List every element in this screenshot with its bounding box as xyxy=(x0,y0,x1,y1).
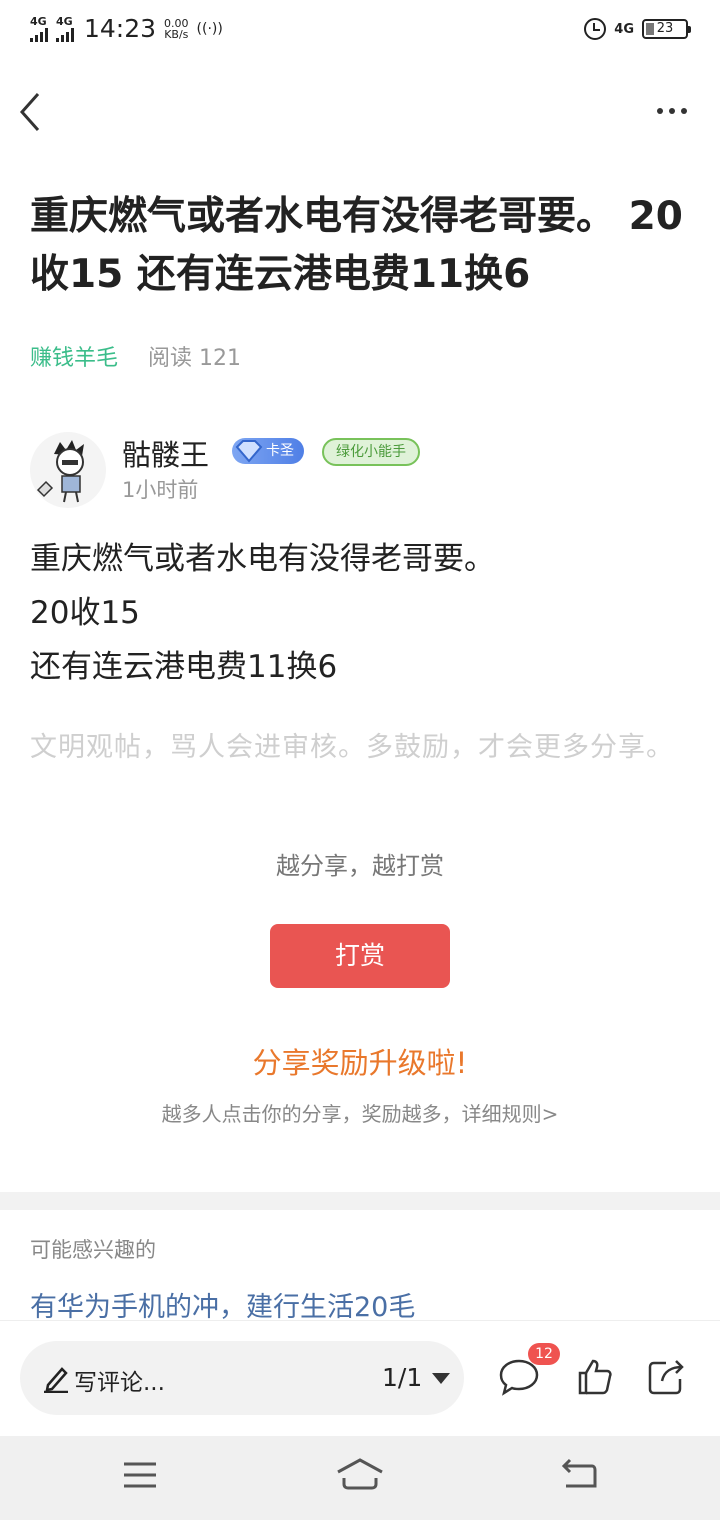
like-button[interactable] xyxy=(576,1357,614,1401)
section-divider xyxy=(0,1192,720,1210)
home-icon xyxy=(337,1458,383,1490)
tip-button[interactable]: 打赏 xyxy=(270,924,450,988)
status-bar: 4G 4G 14:23 0.00 KB/s ((·)) 4G 23 xyxy=(0,0,720,66)
system-navigation-bar xyxy=(0,1436,720,1520)
avatar[interactable] xyxy=(30,432,106,508)
more-icon xyxy=(657,108,663,114)
comment-count-badge: 12 xyxy=(528,1343,560,1365)
content-line: 重庆燃气或者水电有没得老哥要。 xyxy=(30,541,495,577)
comment-placeholder: 写评论... xyxy=(74,1370,165,1396)
chevron-down-icon[interactable] xyxy=(432,1373,450,1384)
share-reward-rules-link[interactable]: 越多人点击你的分享，奖励越多，详细规则> xyxy=(0,1098,720,1127)
tip-label: 越分享，越打赏 xyxy=(276,852,444,880)
bottom-action-bar: 写评论... 1/1 12 xyxy=(0,1320,720,1436)
share-icon xyxy=(648,1360,684,1395)
signal-icon: 4G xyxy=(56,14,74,42)
home-button[interactable] xyxy=(336,1454,384,1498)
speed-value: 0.00 xyxy=(164,16,189,30)
diamond-icon xyxy=(235,440,263,463)
signal-label-1: 4G xyxy=(30,14,47,28)
signal-label-2: 4G xyxy=(56,14,73,28)
category-link[interactable]: 赚钱羊毛 xyxy=(30,340,118,372)
page-title: 重庆燃气或者水电有没得老哥要。 20收15 还有连云港电费11换6 xyxy=(30,194,683,297)
clock: 14:23 xyxy=(84,14,157,43)
alarm-icon xyxy=(584,18,607,40)
page-indicator[interactable]: 1/1 xyxy=(382,1363,422,1392)
achievement-badge: 绿化小能手 xyxy=(322,438,420,466)
recommend-header: 可能感兴趣的 xyxy=(30,1238,156,1262)
back-icon xyxy=(561,1458,597,1488)
avatar-image xyxy=(30,432,106,508)
author-row: 骷髅王 卡圣 绿化小能手 1小时前 xyxy=(30,428,690,512)
battery-icon: 23 xyxy=(642,19,691,39)
post-time: 1小时前 xyxy=(122,478,199,502)
menu-icon xyxy=(124,1462,156,1488)
share-reward-title[interactable]: 分享奖励升级啦! xyxy=(0,1040,720,1082)
back-button[interactable] xyxy=(14,88,54,136)
signal-icon: 4G xyxy=(30,14,48,42)
system-back-button[interactable] xyxy=(560,1454,598,1498)
content-line: 20收15 xyxy=(30,595,140,631)
battery-level: 23 xyxy=(656,21,674,36)
post-content: 重庆燃气或者水电有没得老哥要。 20收15 还有连云港电费11换6 xyxy=(30,532,690,694)
vip-badge-label: 卡圣 xyxy=(266,443,294,459)
network-type: 4G xyxy=(614,21,634,37)
comment-input[interactable]: 写评论... 1/1 xyxy=(20,1341,464,1415)
article-meta: 赚钱羊毛 阅读 121 xyxy=(30,340,241,372)
pencil-icon xyxy=(44,1367,68,1393)
thumbs-up-icon xyxy=(578,1359,612,1395)
menu-button[interactable] xyxy=(122,1454,158,1498)
read-count: 阅读 121 xyxy=(148,346,242,371)
content-line: 还有连云港电费11换6 xyxy=(30,649,338,685)
chevron-left-icon xyxy=(19,93,40,131)
share-button[interactable] xyxy=(646,1357,686,1401)
vip-badge: 卡圣 xyxy=(232,438,304,464)
speed-unit: KB/s xyxy=(164,27,189,41)
civility-notice: 文明观帖，骂人会进审核。多鼓励，才会更多分享。 xyxy=(30,732,674,763)
author-name[interactable]: 骷髅王 xyxy=(122,432,209,474)
hotspot-icon: ((·)) xyxy=(196,20,223,37)
more-button[interactable] xyxy=(652,100,692,122)
network-speed: 0.00 KB/s xyxy=(164,18,189,40)
recommend-item[interactable]: 有华为手机的冲，建行生活20毛 xyxy=(30,1285,415,1324)
